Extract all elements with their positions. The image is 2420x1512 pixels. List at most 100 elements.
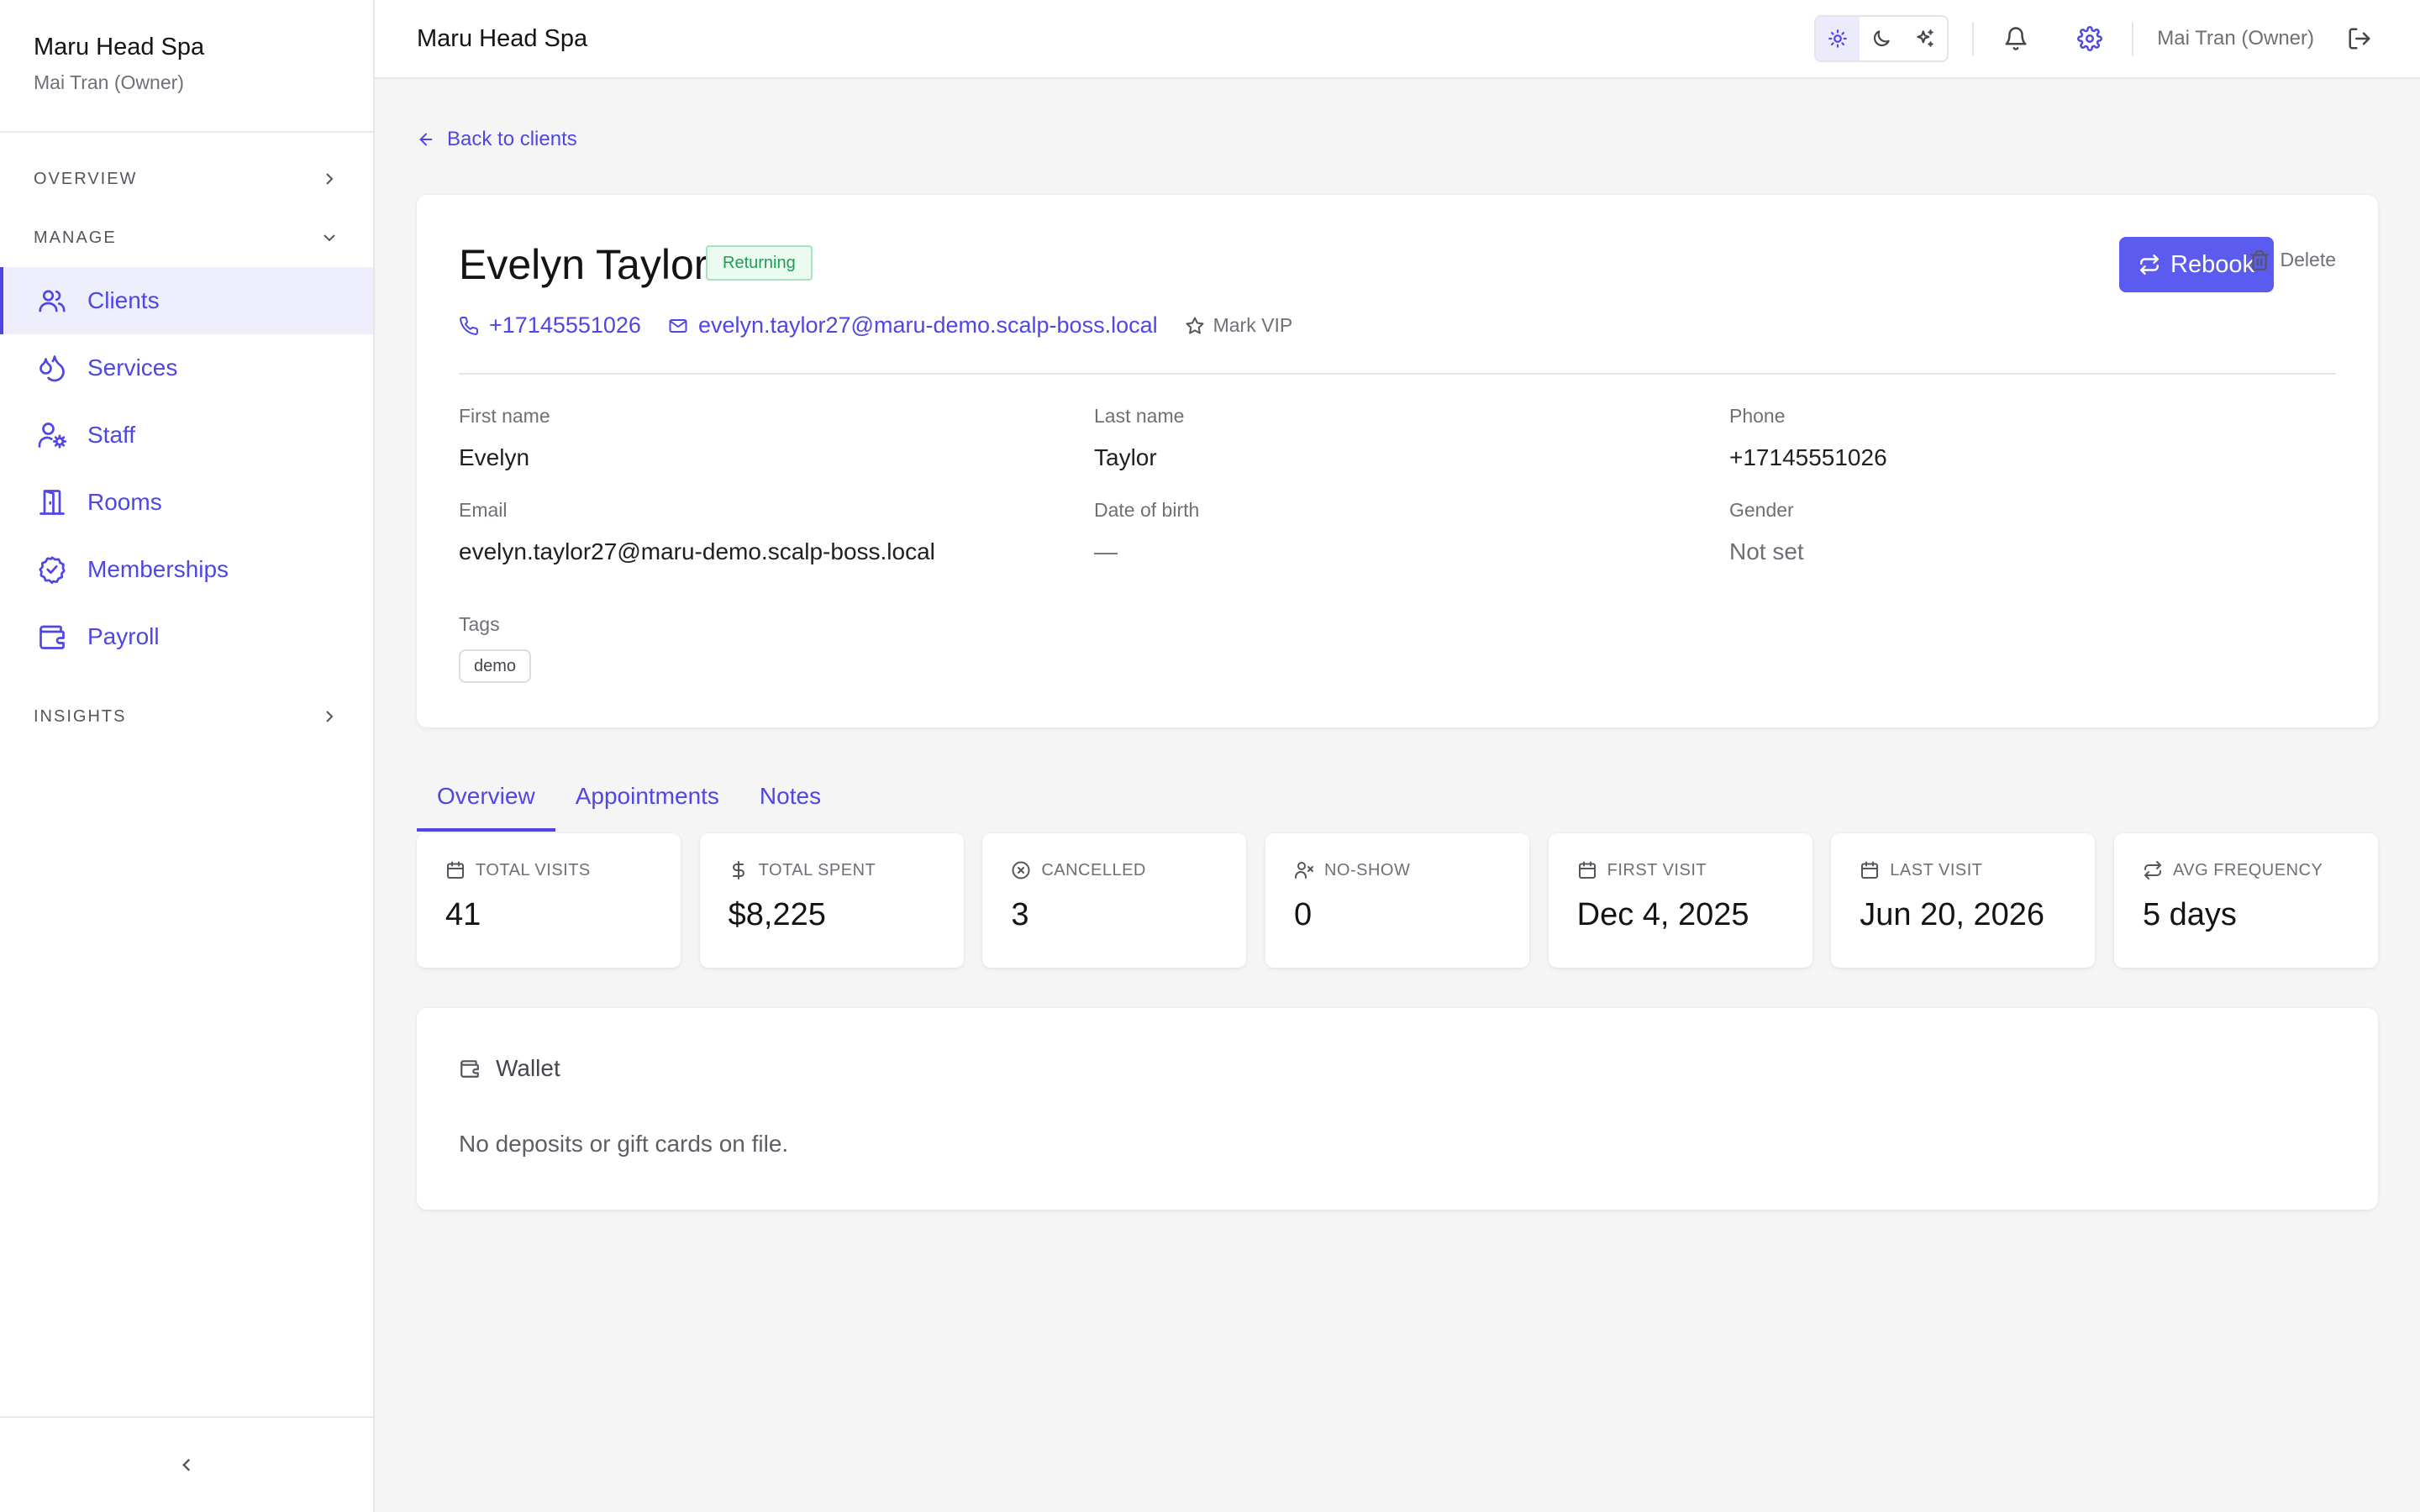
sidebar-item-label: Staff	[87, 422, 136, 448]
tab-appointments[interactable]: Appointments	[555, 769, 739, 832]
stat-card-total-visits: TOTAL VISITS 41	[417, 833, 681, 968]
stat-label: CANCELLED	[1041, 860, 1146, 879]
calendar-icon	[1861, 861, 1879, 879]
calendar-icon	[447, 861, 464, 879]
mark-vip-button[interactable]: Mark VIP	[1185, 314, 1293, 337]
sidebar-item-rooms[interactable]: Rooms	[0, 469, 373, 536]
tab-overview[interactable]: Overview	[417, 769, 555, 832]
moon-icon	[1874, 30, 1891, 47]
brand-block: Maru Head Spa Mai Tran (Owner)	[0, 0, 373, 133]
settings-button[interactable]	[2071, 20, 2108, 57]
theme-light-button[interactable]	[1816, 17, 1860, 60]
dollar-icon	[732, 861, 744, 879]
org-user: Mai Tran (Owner)	[34, 71, 184, 93]
field-label: Date of birth	[1094, 499, 1200, 521]
tags-field: Tags demo	[459, 613, 532, 683]
divider	[2132, 22, 2134, 55]
stat-label: FIRST VISIT	[1607, 860, 1707, 879]
users-icon	[37, 286, 67, 316]
stat-label: TOTAL VISITS	[476, 860, 591, 879]
sun-icon	[1828, 29, 1848, 48]
back-link-label: Back to clients	[447, 128, 577, 150]
date-of-birth-field: Date of birth —	[1094, 499, 1199, 565]
tab-notes[interactable]: Notes	[739, 769, 841, 832]
calendar-icon	[1578, 861, 1596, 879]
sidebar-item-label: Clients	[87, 287, 160, 313]
theme-dark-button[interactable]	[1860, 17, 1903, 60]
badge-check-icon	[37, 554, 67, 585]
repeat-icon	[2144, 861, 2161, 879]
first-name-field: First name Evelyn	[459, 405, 550, 471]
phone-link-text: +17145551026	[489, 312, 641, 338]
logout-icon	[2349, 28, 2370, 50]
notifications-button[interactable]	[1997, 20, 2034, 57]
sidebar-item-staff[interactable]: Staff	[0, 402, 373, 469]
sidebar: Maru Head Spa Mai Tran (Owner) OVERVIEW …	[0, 0, 375, 1512]
x-circle-icon	[1012, 861, 1030, 879]
client-tabs: Overview Appointments Notes	[417, 769, 2378, 832]
chevron-right-icon	[326, 711, 334, 722]
nav-section-overview[interactable]: OVERVIEW	[0, 150, 373, 208]
email-link[interactable]: evelyn.taylor27@maru-demo.scalp-boss.loc…	[668, 312, 1158, 339]
tag-chip: demo	[459, 649, 532, 683]
stat-card-no-show: NO-SHOW 0	[1265, 833, 1529, 968]
field-label: Last name	[1094, 405, 1185, 427]
gear-icon	[2077, 26, 2103, 51]
bell-icon	[2005, 27, 2027, 50]
door-icon	[37, 487, 67, 517]
theme-sparkle-button[interactable]	[1903, 17, 1947, 60]
delete-button[interactable]: Delete	[2249, 249, 2336, 271]
wallet-icon	[460, 1060, 479, 1078]
nav-section-overview-label: OVERVIEW	[34, 169, 138, 188]
user-cog-icon	[37, 420, 67, 450]
stat-value: Dec 4, 2025	[1576, 897, 1749, 932]
user-x-icon	[1294, 862, 1313, 879]
wallet-empty-message: No deposits or gift cards on file.	[459, 1131, 789, 1157]
sidebar-item-services[interactable]: Services	[0, 334, 373, 402]
logout-button[interactable]	[2341, 20, 2378, 57]
stat-card-last-visit: LAST VISIT Jun 20, 2026	[1831, 833, 2096, 968]
stats-row: TOTAL VISITS 41 TOTAL SPENT $8,225 CANCE…	[417, 833, 2378, 968]
theme-switcher	[1814, 15, 1949, 62]
collapse-sidebar-button[interactable]	[0, 1416, 373, 1512]
droplets-icon	[37, 353, 67, 383]
field-value: —	[1094, 538, 1118, 564]
sparkles-icon	[1917, 29, 1934, 47]
divider	[1972, 22, 1975, 55]
star-icon	[1186, 317, 1204, 333]
rebook-label: Rebook	[2170, 250, 2254, 278]
sidebar-item-payroll[interactable]: Payroll	[0, 603, 373, 670]
client-profile-card: Evelyn Taylor Returning +17145551026 eve…	[417, 195, 2378, 727]
sidebar-item-label: Services	[87, 354, 178, 381]
last-name-field: Last name Taylor	[1094, 405, 1184, 471]
nav-section-manage[interactable]: MANAGE	[0, 208, 373, 267]
phone-field: Phone +17145551026	[1729, 405, 1887, 471]
mark-vip-label: Mark VIP	[1213, 314, 1293, 336]
field-value: +17145551026	[1729, 444, 1887, 470]
field-label: First name	[459, 405, 550, 427]
stat-label: AVG FREQUENCY	[2172, 860, 2323, 879]
org-name: Maru Head Spa	[34, 34, 205, 60]
stat-card-first-visit: FIRST VISIT Dec 4, 2025	[1548, 833, 1812, 968]
wallet-header: Wallet	[459, 1055, 560, 1082]
stat-card-avg-frequency: AVG FREQUENCY 5 days	[2113, 833, 2378, 968]
sidebar-item-clients[interactable]: Clients	[0, 267, 373, 334]
nav-section-insights[interactable]: INSIGHTS	[0, 687, 373, 746]
gender-field: Gender Not set	[1729, 499, 1804, 565]
delete-label: Delete	[2280, 249, 2336, 270]
stat-label: TOTAL SPENT	[758, 860, 876, 879]
stat-card-cancelled: CANCELLED 3	[982, 833, 1247, 968]
client-name: Evelyn Taylor	[459, 241, 708, 288]
stat-value: 0	[1293, 897, 1313, 932]
phone-link[interactable]: +17145551026	[459, 312, 641, 339]
stat-card-total-spent: TOTAL SPENT $8,225	[699, 833, 964, 968]
sidebar-item-memberships[interactable]: Memberships	[0, 536, 373, 603]
stat-value: 5 days	[2142, 897, 2237, 932]
chevron-right-icon	[326, 173, 334, 185]
field-label: Tags	[459, 613, 500, 635]
back-to-clients-link[interactable]: Back to clients	[417, 128, 577, 151]
field-label: Email	[459, 499, 508, 521]
wallet-title: Wallet	[496, 1055, 560, 1081]
phone-icon	[460, 316, 479, 335]
trash-icon	[2249, 249, 2269, 270]
